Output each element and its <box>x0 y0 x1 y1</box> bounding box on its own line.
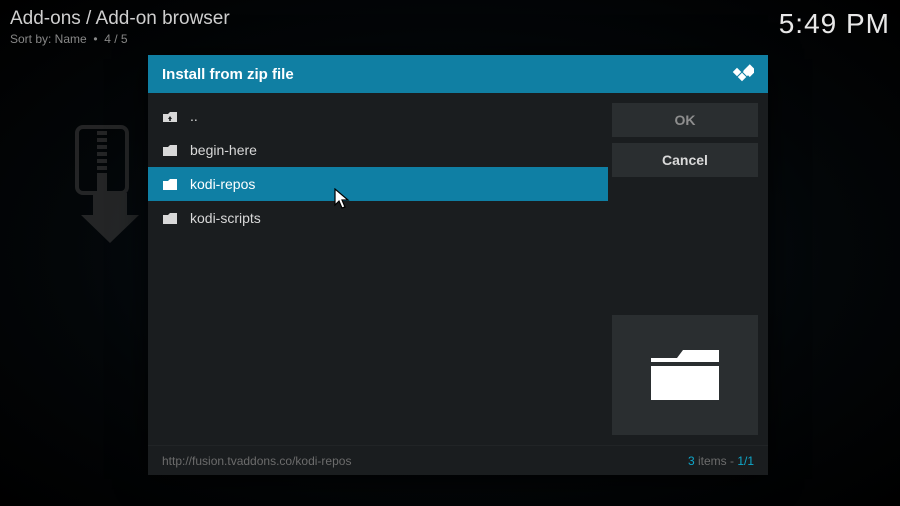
up-icon <box>162 109 184 123</box>
list-item-label: kodi-scripts <box>190 210 261 226</box>
folder-icon <box>162 177 184 191</box>
ok-button[interactable]: OK <box>612 103 758 137</box>
clock: 5:49 PM <box>779 8 890 40</box>
list-item-up[interactable]: .. <box>148 99 608 133</box>
preview-thumbnail <box>612 315 758 435</box>
dialog-header: Install from zip file <box>148 55 768 93</box>
install-zip-dialog: Install from zip file .. begin- <box>148 55 768 475</box>
zip-install-icon <box>75 125 145 250</box>
footer-path: http://fusion.tvaddons.co/kodi-repos <box>162 454 351 468</box>
folder-large-icon <box>645 340 725 410</box>
kodi-logo-icon <box>730 60 754 88</box>
folder-icon <box>162 211 184 225</box>
folder-icon <box>162 143 184 157</box>
list-item[interactable]: kodi-scripts <box>148 201 608 235</box>
list-item-label: begin-here <box>190 142 257 158</box>
cancel-button[interactable]: Cancel <box>612 143 758 177</box>
list-item-label: kodi-repos <box>190 176 255 192</box>
sort-info: Sort by: Name • 4 / 5 <box>10 32 230 46</box>
dialog-title: Install from zip file <box>162 66 294 83</box>
footer-count: 3 items - 1/1 <box>688 454 754 468</box>
file-list: .. begin-here kodi-repos kodi-scripts <box>148 93 608 445</box>
list-item[interactable]: kodi-repos <box>148 167 608 201</box>
breadcrumb: Add-ons / Add-on browser <box>10 8 230 30</box>
list-item-label: .. <box>190 108 198 124</box>
list-item[interactable]: begin-here <box>148 133 608 167</box>
